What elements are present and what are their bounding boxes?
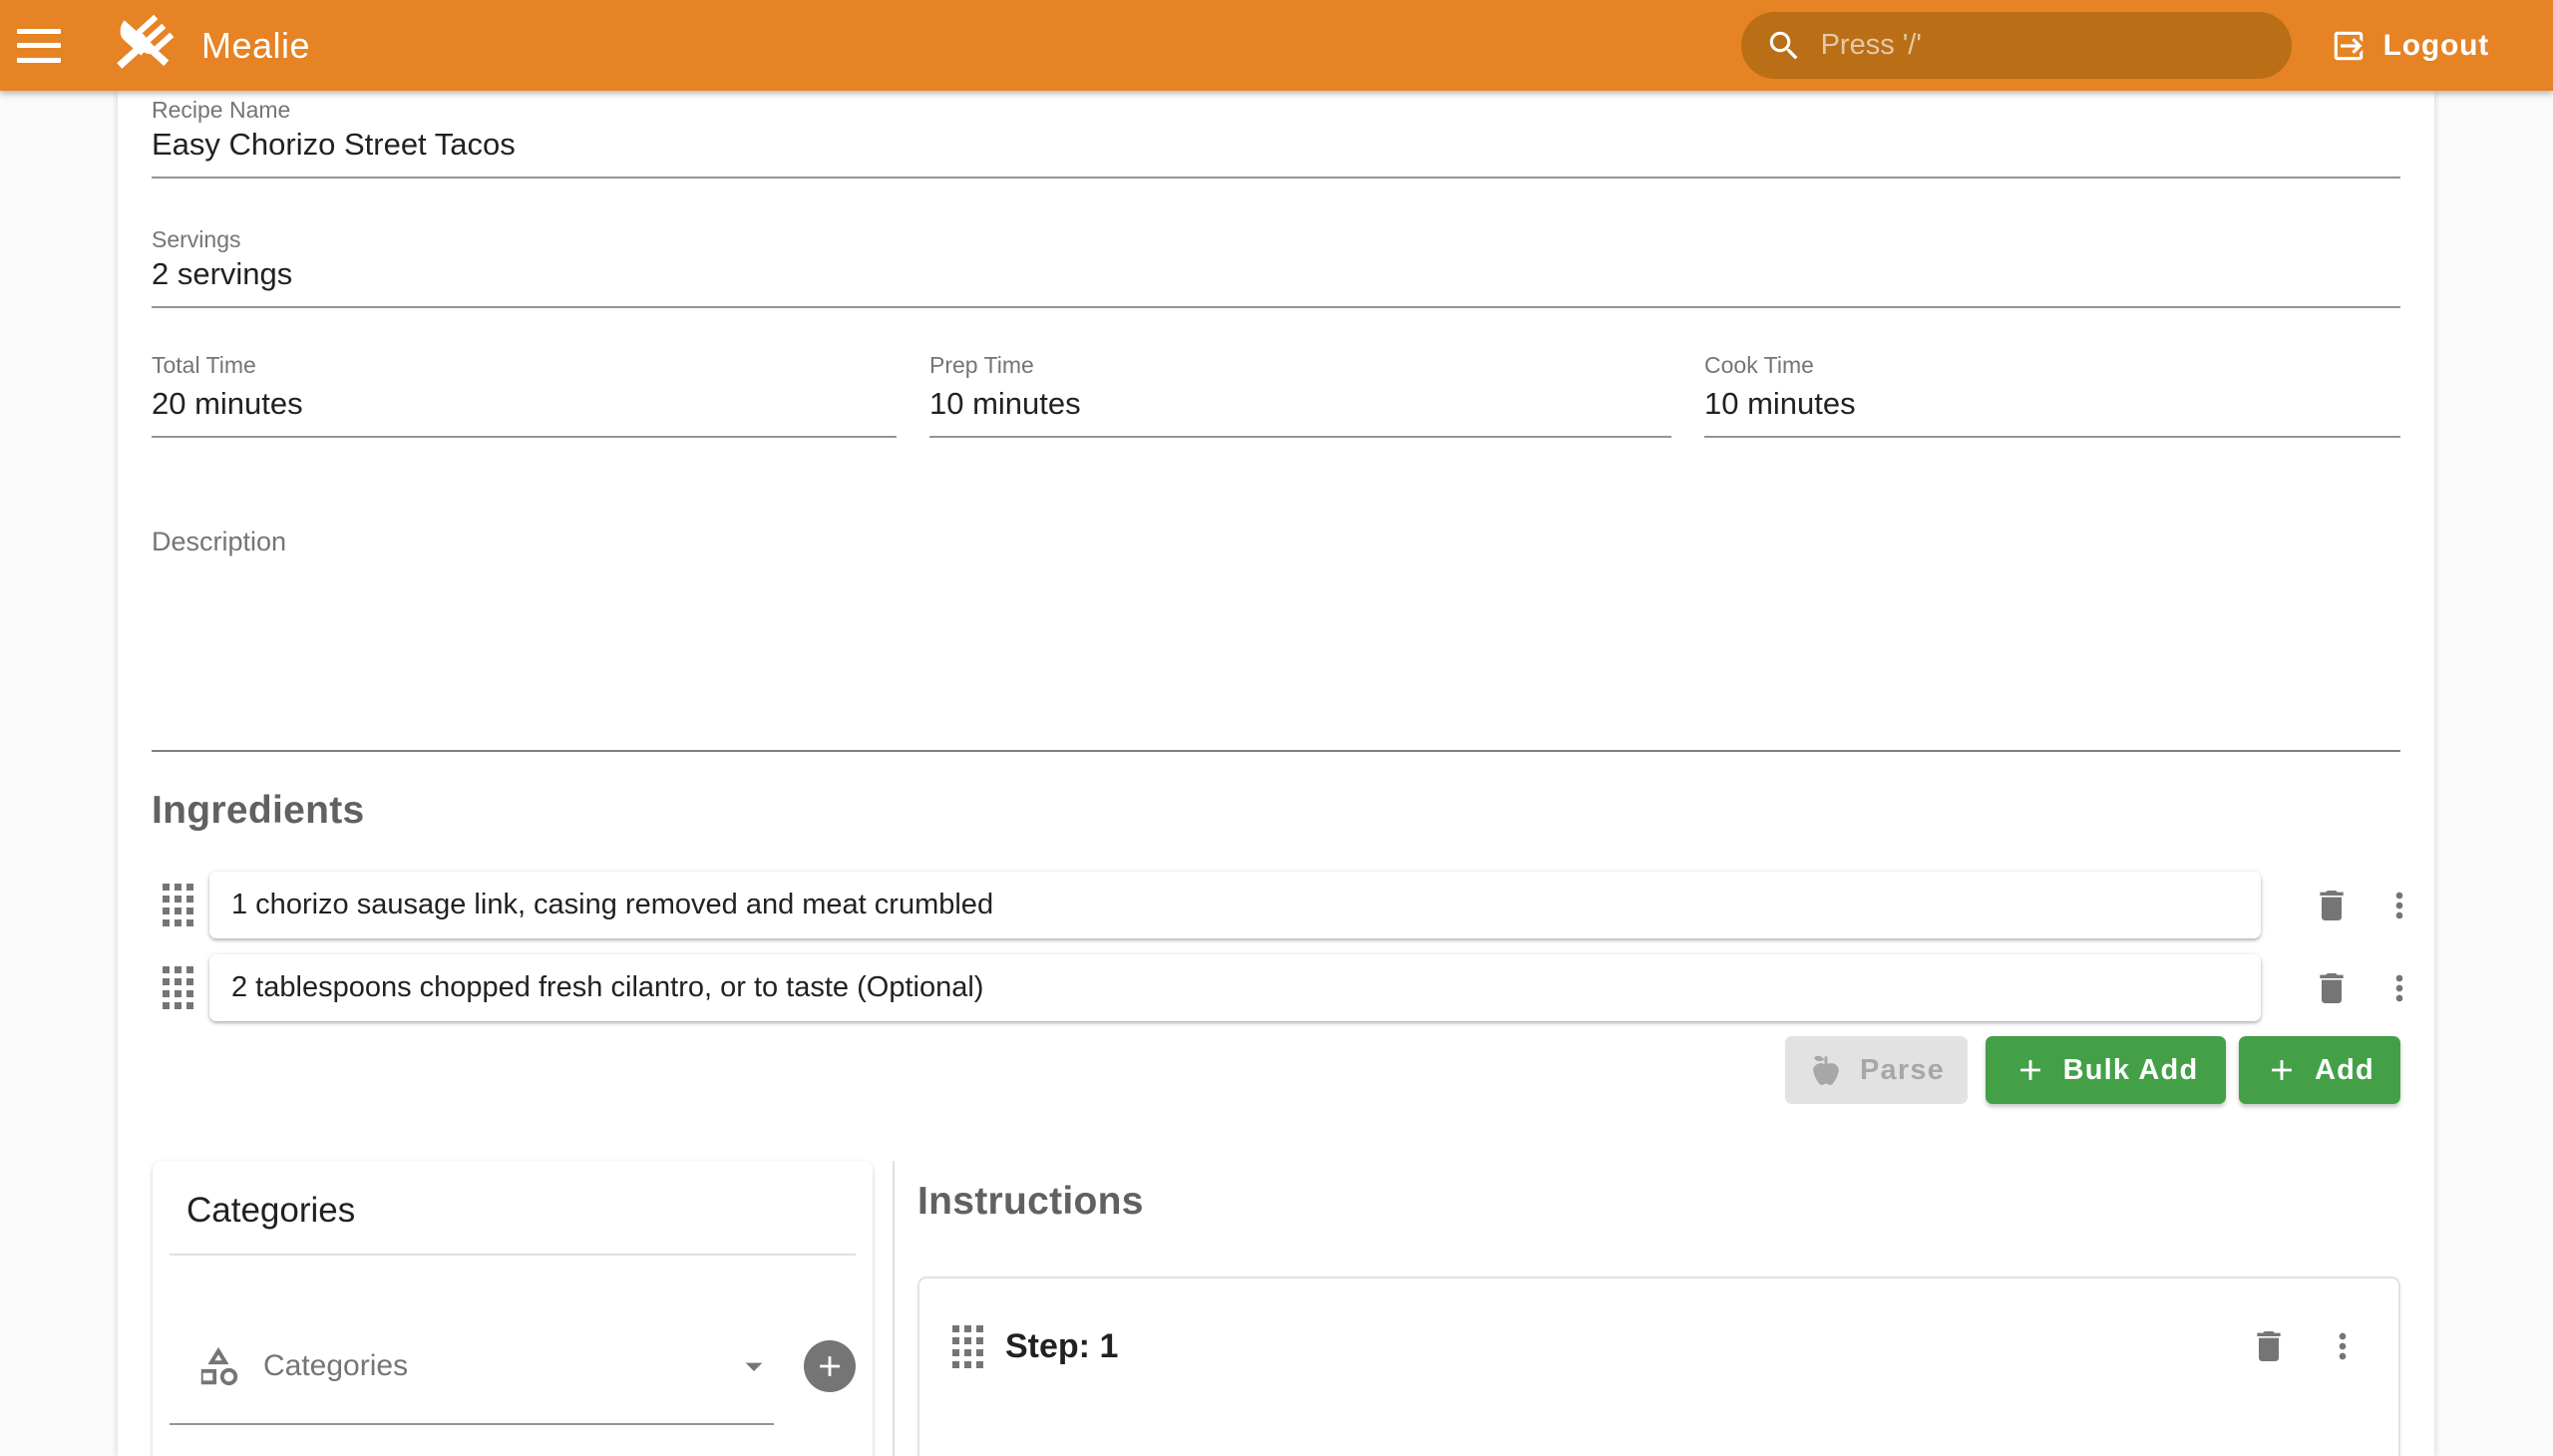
ingredient-menu-button[interactable] bbox=[2373, 962, 2425, 1014]
add-category-button[interactable] bbox=[804, 1340, 856, 1392]
app-header: Mealie Logout bbox=[0, 0, 2553, 91]
step-menu-button[interactable] bbox=[2317, 1320, 2369, 1372]
ingredient-row bbox=[152, 954, 2400, 1021]
instruction-step-card: Step: 1 Combine crumbled chorizo and chi… bbox=[917, 1276, 2400, 1456]
select-underline bbox=[170, 1423, 774, 1425]
step-header: Step: 1 bbox=[952, 1320, 2369, 1372]
delete-ingredient-button[interactable] bbox=[2306, 880, 2358, 931]
total-time-input[interactable] bbox=[152, 386, 897, 436]
apple-icon bbox=[1808, 1052, 1844, 1088]
servings-label: Servings bbox=[152, 226, 240, 254]
categories-card: Categories Categories bbox=[153, 1161, 873, 1456]
add-ingredient-button[interactable]: Add bbox=[2239, 1036, 2400, 1104]
prep-time-label: Prep Time bbox=[929, 352, 1671, 380]
divider bbox=[170, 1254, 856, 1256]
total-time-label: Total Time bbox=[152, 352, 897, 380]
plus-icon bbox=[2265, 1053, 2299, 1087]
plus-icon bbox=[2013, 1053, 2047, 1087]
trash-icon bbox=[2312, 968, 2352, 1008]
cook-time-label: Cook Time bbox=[1704, 352, 2400, 380]
search-icon bbox=[1765, 27, 1803, 65]
step-title: Step: 1 bbox=[1005, 1327, 2243, 1366]
chevron-down-icon[interactable] bbox=[734, 1346, 774, 1386]
logout-button[interactable]: Logout bbox=[2330, 27, 2489, 65]
delete-step-button[interactable] bbox=[2243, 1320, 2295, 1372]
trash-icon bbox=[2312, 886, 2352, 925]
delete-ingredient-button[interactable] bbox=[2306, 962, 2358, 1014]
drag-handle-icon[interactable] bbox=[163, 966, 193, 1009]
prep-time-input[interactable] bbox=[929, 386, 1671, 436]
recipe-name-input[interactable] bbox=[152, 127, 2400, 177]
menu-button[interactable] bbox=[0, 0, 78, 91]
ingredients-heading: Ingredients bbox=[152, 789, 365, 833]
kebab-menu-icon bbox=[2379, 886, 2419, 925]
description-label: Description bbox=[152, 527, 286, 557]
ingredient-menu-button[interactable] bbox=[2373, 880, 2425, 931]
recipe-name-label: Recipe Name bbox=[152, 97, 290, 125]
description-textarea[interactable] bbox=[152, 559, 2400, 752]
logout-icon bbox=[2330, 27, 2368, 65]
ingredient-row bbox=[152, 872, 2400, 938]
ingredient-input[interactable] bbox=[209, 971, 2261, 1004]
app-title: Mealie bbox=[201, 25, 310, 67]
categories-title: Categories bbox=[186, 1191, 355, 1231]
kebab-menu-icon bbox=[2323, 1326, 2363, 1366]
categories-select[interactable]: Categories bbox=[195, 1338, 856, 1394]
instructions-heading: Instructions bbox=[917, 1180, 1144, 1224]
categories-select-label: Categories bbox=[263, 1349, 734, 1383]
search-box[interactable] bbox=[1741, 12, 2292, 79]
kebab-menu-icon bbox=[2379, 968, 2419, 1008]
plus-icon bbox=[813, 1349, 847, 1383]
ingredient-input-card bbox=[209, 872, 2261, 938]
recipe-edit-card: Recipe Name Servings Total Time Prep Tim… bbox=[118, 91, 2434, 1456]
drag-handle-icon[interactable] bbox=[163, 884, 193, 926]
hamburger-icon bbox=[17, 29, 61, 63]
logout-label: Logout bbox=[2383, 29, 2489, 63]
cook-time-input[interactable] bbox=[1704, 386, 2400, 436]
column-divider bbox=[893, 1161, 895, 1456]
mealie-recipe-editor: Mealie Logout Recipe Name Servings bbox=[0, 0, 2553, 1456]
servings-input[interactable] bbox=[152, 256, 2400, 306]
drag-handle-icon[interactable] bbox=[952, 1325, 983, 1368]
trash-icon bbox=[2249, 1326, 2289, 1366]
parse-label: Parse bbox=[1860, 1054, 1945, 1087]
fork-knife-crossed-icon bbox=[106, 10, 178, 82]
add-label: Add bbox=[2315, 1054, 2374, 1087]
ingredient-input[interactable] bbox=[209, 889, 2261, 921]
bulk-add-button[interactable]: Bulk Add bbox=[1986, 1036, 2226, 1104]
parse-button[interactable]: Parse bbox=[1785, 1036, 1968, 1104]
ingredient-input-card bbox=[209, 954, 2261, 1021]
shapes-icon bbox=[195, 1343, 241, 1389]
search-input[interactable] bbox=[1821, 29, 2268, 62]
bulk-add-label: Bulk Add bbox=[2063, 1054, 2199, 1087]
app-logo[interactable] bbox=[106, 10, 178, 82]
